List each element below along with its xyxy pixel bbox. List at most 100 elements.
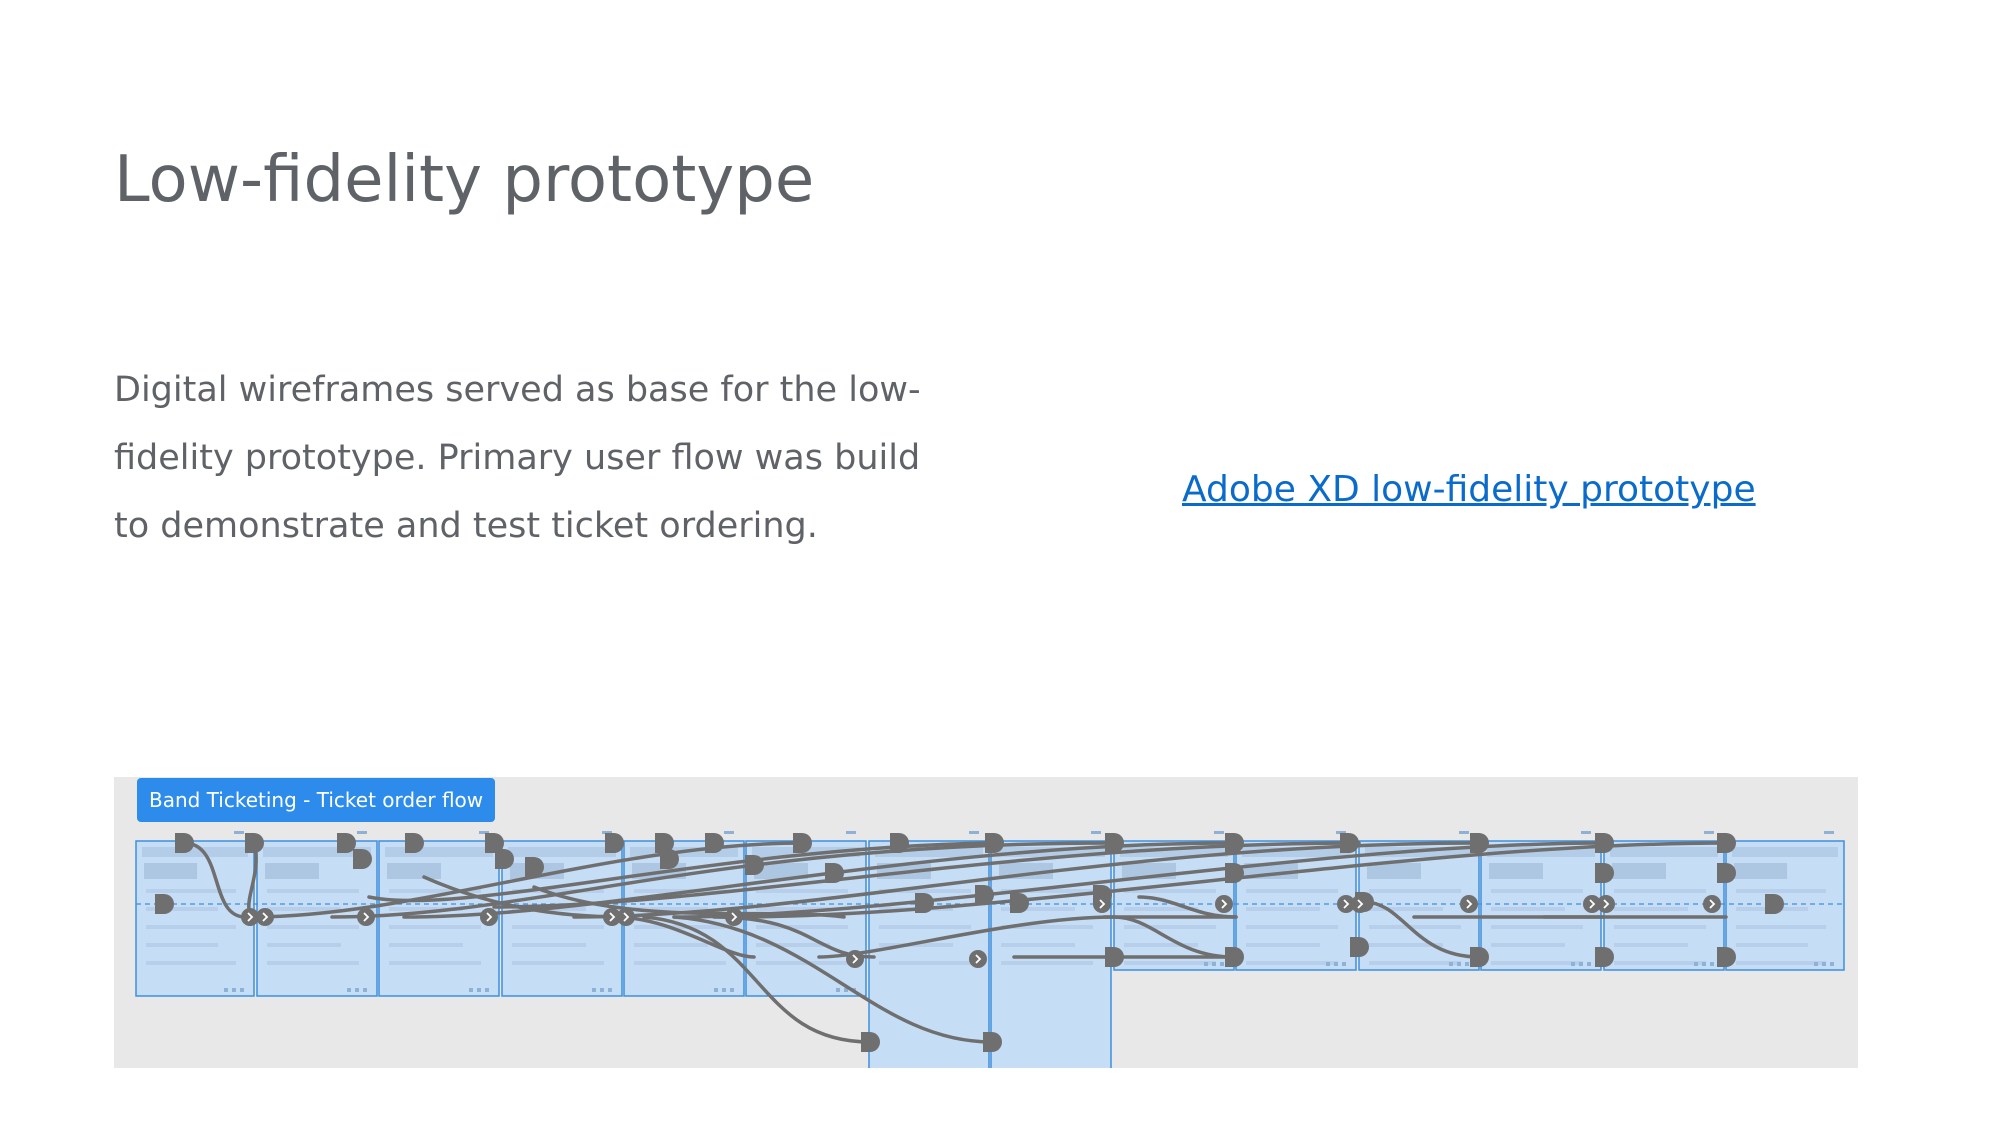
artboard-dot: [1702, 962, 1706, 966]
artboard-line: [267, 907, 341, 911]
transition-arrow-icon: [725, 908, 743, 926]
artboard-line: [146, 961, 236, 965]
artboard-line: [1001, 943, 1075, 947]
artboard-line: [1001, 961, 1093, 965]
artboard-dot: [1465, 962, 1469, 966]
artboard-line: [1369, 907, 1443, 911]
artboard-dot: [469, 988, 473, 992]
artboard: [1480, 840, 1602, 971]
artboard-line: [267, 889, 359, 893]
artboard-marker: [234, 831, 244, 834]
artboard-marker: [1704, 831, 1714, 834]
artboard-line: [146, 943, 218, 947]
artboard-block: [144, 863, 198, 879]
artboard-line: [1369, 889, 1461, 893]
artboard-marker: [724, 831, 734, 834]
artboard-line: [389, 925, 481, 929]
transition-arrow-icon: [256, 908, 274, 926]
artboard-line: [1369, 925, 1461, 929]
page-description: Digital wireframes served as base for th…: [114, 370, 921, 546]
artboard-dot: [363, 988, 367, 992]
artboard-dot: [1710, 962, 1714, 966]
artboard-line: [512, 925, 604, 929]
transition-arrow-icon: [1351, 895, 1369, 913]
artboard-line: [1614, 889, 1706, 893]
artboard-dot: [347, 988, 351, 992]
artboard-line: [1614, 925, 1706, 929]
transition-arrow-icon: [617, 908, 635, 926]
artboard-line: [1246, 889, 1338, 893]
flow-name-label[interactable]: Band Ticketing - Ticket order flow: [137, 778, 496, 822]
artboard-marker: [1824, 831, 1834, 834]
artboard-dot: [1220, 962, 1224, 966]
artboard-block: [265, 863, 319, 879]
artboard-line: [1369, 961, 1461, 965]
artboard-marker: [1581, 831, 1591, 834]
artboard-line: [1124, 961, 1216, 965]
artboard-line: [1491, 889, 1583, 893]
page: Low-fidelity prototype Digital wireframe…: [0, 0, 2000, 1125]
artboard-dot: [1342, 962, 1346, 966]
artboard-dot: [836, 988, 840, 992]
artboard-header: [1610, 847, 1718, 857]
artboard-dot: [1326, 962, 1330, 966]
artboard-header: [508, 847, 616, 857]
page-title: Low-fidelity prototype: [114, 143, 815, 217]
artboard-dot: [1571, 962, 1575, 966]
artboard-block: [1612, 863, 1666, 879]
artboard-dot: [592, 988, 596, 992]
artboard-line: [879, 925, 971, 929]
artboard-line: [146, 889, 236, 893]
artboard-line: [267, 961, 359, 965]
artboard-line: [1614, 943, 1688, 947]
artboard-line: [634, 961, 726, 965]
transition-arrow-icon: [480, 908, 498, 926]
artboard-dot: [1204, 962, 1208, 966]
artboard-line: [512, 961, 604, 965]
artboard-dot: [1212, 962, 1216, 966]
artboard-marker: [969, 831, 979, 834]
transition-arrow-icon: [846, 950, 864, 968]
artboard-dot: [1694, 962, 1698, 966]
transition-arrow-icon: [357, 908, 375, 926]
artboard-header: [1732, 847, 1838, 857]
artboard-dot: [1334, 962, 1338, 966]
artboard-dot: [485, 988, 489, 992]
artboard-dot: [232, 988, 236, 992]
artboard-dot: [240, 988, 244, 992]
transition-arrow-icon: [1215, 895, 1233, 913]
artboard-line: [1736, 961, 1826, 965]
prototype-flow-canvas[interactable]: Band Ticketing - Ticket order flow: [114, 777, 1858, 1068]
adobe-xd-prototype-link[interactable]: Adobe XD low-fidelity prototype: [1182, 460, 1756, 520]
artboard-dot: [608, 988, 612, 992]
artboard-block: [387, 863, 441, 879]
artboard-dot: [600, 988, 604, 992]
artboard-line: [1491, 943, 1565, 947]
artboard-dot: [1814, 962, 1818, 966]
artboard-dot: [730, 988, 734, 992]
artboard-line: [1246, 925, 1338, 929]
artboard-line: [1491, 961, 1583, 965]
artboard-line: [1736, 943, 1808, 947]
transition-arrow-icon: [1703, 895, 1721, 913]
artboard-line: [1736, 925, 1826, 929]
artboard-line: [267, 943, 341, 947]
artboard-dot: [1449, 962, 1453, 966]
artboard-marker: [1091, 831, 1101, 834]
artboard-dot: [477, 988, 481, 992]
artboard-line: [1124, 925, 1216, 929]
artboard-line: [1246, 943, 1320, 947]
artboard-marker: [357, 831, 367, 834]
artboard-line: [389, 961, 481, 965]
artboard-line: [1246, 961, 1338, 965]
transition-arrow-icon: [969, 950, 987, 968]
artboard-marker: [846, 831, 856, 834]
artboard-line: [1614, 961, 1706, 965]
artboard-line: [1614, 907, 1688, 911]
artboard-line: [756, 925, 848, 929]
artboard-line: [1246, 907, 1320, 911]
artboard-line: [146, 925, 236, 929]
artboard-line: [1736, 889, 1826, 893]
artboard-dot: [1587, 962, 1591, 966]
artboard-dot: [1457, 962, 1461, 966]
